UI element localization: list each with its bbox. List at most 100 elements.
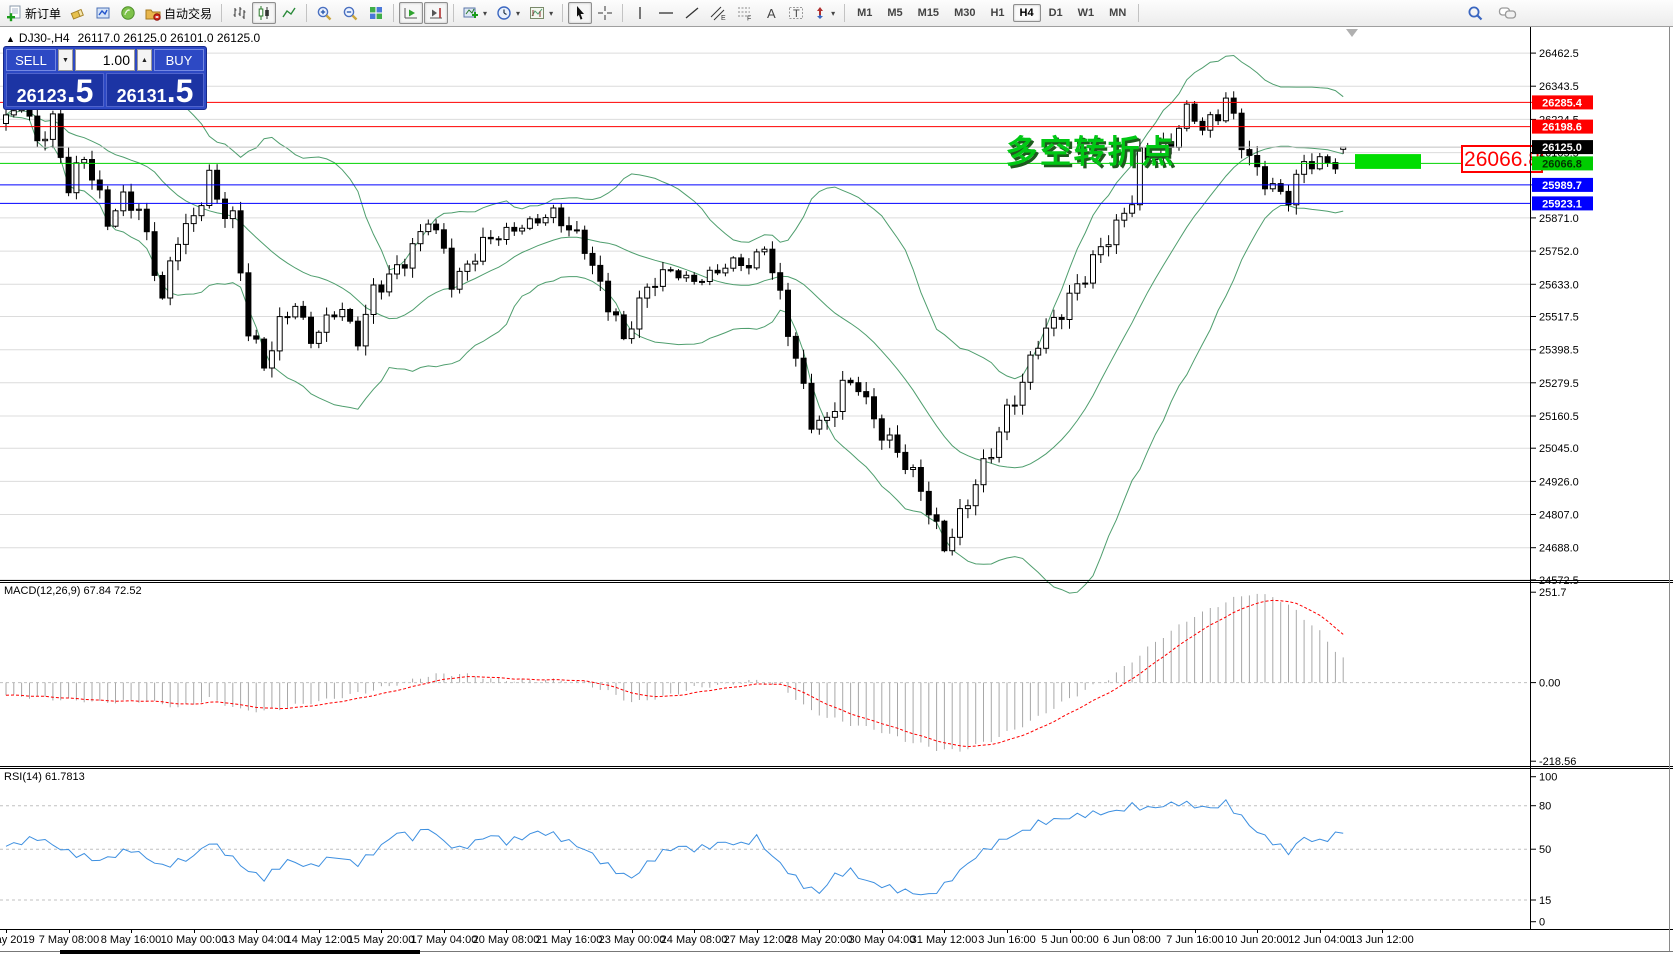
sell-price-display[interactable]: 26123.5 (6, 73, 104, 107)
clock-icon (496, 5, 512, 21)
time-label: 10 May 00:00 (161, 934, 228, 946)
vertical-line-button[interactable] (628, 2, 652, 24)
price-tick-label: 25279.5 (1539, 378, 1579, 390)
crosshair-button[interactable] (593, 2, 617, 24)
text-label-button[interactable]: T (784, 2, 808, 24)
eraser-button[interactable] (66, 2, 90, 24)
tf-h1-button[interactable]: H1 (983, 4, 1011, 22)
buy-button[interactable]: BUY (154, 49, 204, 71)
time-tick (569, 930, 570, 933)
tf-m15-button[interactable]: M15 (911, 4, 946, 22)
tf-m5-button[interactable]: M5 (880, 4, 909, 22)
tf-m1-button[interactable]: M1 (850, 4, 879, 22)
time-label: 14 May 12:00 (286, 934, 353, 946)
tf-m30-button[interactable]: M30 (947, 4, 982, 22)
chart-shift-button[interactable] (424, 2, 448, 24)
chevron-down-icon: ▾ (516, 9, 520, 18)
auto-trading-button[interactable]: 自动交易 (141, 2, 216, 24)
pane-separator[interactable] (0, 580, 1673, 581)
mt4-window: 新订单 自动交易 (0, 0, 1673, 954)
chat-button[interactable] (1494, 2, 1521, 24)
toolbar-separator (306, 4, 307, 22)
arrows-dropdown[interactable]: ▾ (809, 2, 839, 24)
zoom-in-button[interactable] (312, 2, 337, 24)
price-badge-label: 26125.0 (1542, 142, 1582, 154)
tile-windows-button[interactable] (364, 2, 388, 24)
periods-dropdown[interactable]: ▾ (492, 2, 524, 24)
sell-button[interactable]: SELL (6, 49, 56, 71)
volume-input[interactable] (75, 49, 135, 71)
annotation-text[interactable]: 多空转折点 (1006, 134, 1176, 170)
main-chart-canvas[interactable]: 多空转折点多空转折点26066.826462.526343.526224.526… (0, 27, 1673, 582)
zoom-in-icon (316, 5, 333, 22)
tf-d1-button[interactable]: D1 (1042, 4, 1070, 22)
trendline-button[interactable] (680, 2, 704, 24)
text-icon: A (764, 5, 778, 21)
buy-price-frac: .5 (167, 79, 194, 105)
time-tick (1070, 930, 1071, 933)
price-tick-label: 25871.0 (1539, 213, 1579, 225)
highlight-zone[interactable] (1355, 154, 1421, 169)
channel-letter: E (721, 15, 726, 22)
price-tick-label: 26462.5 (1539, 48, 1579, 60)
equidistant-channel-icon: E (709, 5, 727, 21)
new-order-button[interactable]: 新订单 (2, 2, 65, 24)
cursor-button[interactable] (568, 2, 592, 24)
rsi-label: RSI(14) 61.7813 (4, 771, 85, 783)
fibonacci-button[interactable]: F (732, 2, 758, 24)
auto-scroll-button[interactable] (399, 2, 423, 24)
macd-pane-canvas[interactable]: 251.70.00-218.56 (0, 582, 1673, 766)
sell-price-frac: .5 (67, 79, 94, 105)
toolbar-separator (393, 4, 394, 22)
time-tick (1007, 930, 1008, 933)
charts-window-button[interactable] (91, 2, 115, 24)
volume-decrease-button[interactable]: ▼ (58, 49, 73, 71)
eraser-icon (70, 5, 86, 21)
volume-increase-button[interactable]: ▲ (137, 49, 152, 71)
horizontal-line-icon (657, 5, 675, 21)
time-label: 23 May 00:00 (599, 934, 666, 946)
time-tick (194, 930, 195, 933)
time-tick (319, 930, 320, 933)
pane-separator (0, 768, 1673, 769)
price-badge-label: 26285.4 (1542, 97, 1583, 109)
templates-dropdown[interactable]: ▾ (525, 2, 557, 24)
time-tick (632, 930, 633, 933)
label-letter: T (793, 8, 800, 20)
time-tick (506, 930, 507, 933)
line-chart-type-button[interactable] (277, 2, 301, 24)
auto-trading-icon (145, 5, 161, 21)
indicators-dropdown[interactable]: ▾ (459, 2, 491, 24)
time-label: 7 Jun 16:00 (1166, 934, 1224, 946)
shift-marker-icon[interactable] (1346, 29, 1358, 37)
macd-signal-line (6, 600, 1343, 746)
bar-chart-type-button[interactable] (227, 2, 251, 24)
buy-price-display[interactable]: 26131.5 (106, 73, 204, 107)
pane-separator[interactable] (0, 766, 1673, 767)
tf-w1-button[interactable]: W1 (1071, 4, 1102, 22)
zoom-out-icon (342, 5, 359, 22)
text-button[interactable]: A (759, 2, 783, 24)
time-axis[interactable]: 6 May 20197 May 08:008 May 16:0010 May 0… (0, 930, 1673, 952)
price-tick-label: 25398.5 (1539, 345, 1579, 357)
signal-orb-button[interactable] (116, 2, 140, 24)
time-tick (819, 930, 820, 933)
toolbar-separator (1138, 4, 1139, 22)
tf-mn-button[interactable]: MN (1102, 4, 1133, 22)
price-badge-label: 26198.6 (1542, 122, 1582, 134)
time-label: 30 May 04:00 (849, 934, 916, 946)
rsi-pane-canvas[interactable]: 1008050150 (0, 768, 1673, 929)
horizontal-line-button[interactable] (653, 2, 679, 24)
price-tick-label: 25045.0 (1539, 443, 1579, 455)
channel-button[interactable]: E (705, 2, 731, 24)
time-tick (131, 930, 132, 933)
new-order-label: 新订单 (25, 5, 61, 22)
zoom-out-button[interactable] (338, 2, 363, 24)
price-tick-label: 24807.0 (1539, 510, 1579, 522)
time-tick (944, 930, 945, 933)
candlestick-type-button[interactable] (252, 2, 276, 24)
time-tick (694, 930, 695, 933)
callout-text: 26066.8 (1464, 148, 1540, 171)
search-button[interactable] (1463, 2, 1488, 24)
tf-h4-button[interactable]: H4 (1013, 4, 1041, 22)
